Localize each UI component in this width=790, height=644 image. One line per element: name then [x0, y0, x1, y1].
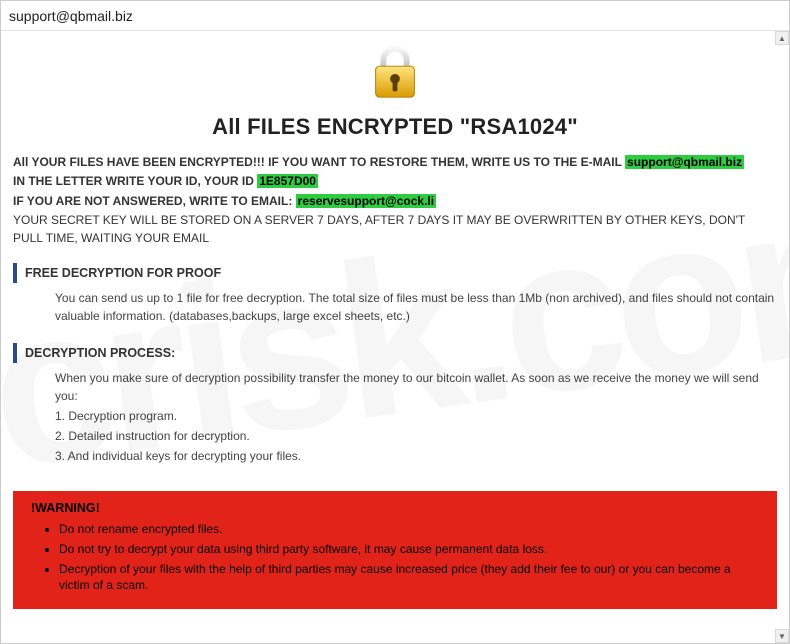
window-frame: support@qbmail.biz ▲ pcrisk.com: [0, 0, 790, 644]
process-title: DECRYPTION PROCESS:: [13, 343, 777, 363]
proof-title: FREE DECRYPTION FOR PROOF: [13, 263, 777, 283]
process-step-3: 3. And individual keys for decrypting yo…: [55, 447, 777, 465]
process-section: DECRYPTION PROCESS: When you make sure o…: [13, 343, 777, 469]
window-title: support@qbmail.biz: [9, 8, 133, 24]
ransom-line-2-text: IN THE LETTER WRITE YOUR ID, YOUR ID: [13, 174, 257, 188]
proof-section: FREE DECRYPTION FOR PROOF You can send u…: [13, 263, 777, 327]
ransom-line-2: IN THE LETTER WRITE YOUR ID, YOUR ID 1E8…: [13, 173, 777, 190]
process-intro: When you make sure of decryption possibi…: [55, 369, 777, 405]
lock-icon: [364, 41, 426, 108]
warning-list: Do not rename encrypted files. Do not tr…: [27, 521, 763, 594]
warning-box: !WARNING! Do not rename encrypted files.…: [13, 491, 777, 609]
content-area: pcrisk.com: [1, 31, 789, 643]
warning-item: Do not try to decrypt your data using th…: [59, 541, 763, 558]
ransom-line-1-text: All YOUR FILES HAVE BEEN ENCRYPTED!!! IF…: [13, 155, 625, 169]
scroll-down-button[interactable]: ▼: [775, 629, 789, 643]
proof-body: You can send us up to 1 file for free de…: [13, 287, 777, 327]
ransom-line-1: All YOUR FILES HAVE BEEN ENCRYPTED!!! IF…: [13, 154, 777, 171]
process-step-2: 2. Detailed instruction for decryption.: [55, 427, 777, 445]
primary-email-highlight: support@qbmail.biz: [625, 155, 744, 169]
ransom-line-4: YOUR SECRET KEY WILL BE STORED ON A SERV…: [13, 212, 777, 247]
ransom-line-3: IF YOU ARE NOT ANSWERED, WRITE TO EMAIL:…: [13, 193, 777, 210]
page-title: All FILES ENCRYPTED "RSA1024": [13, 114, 777, 140]
process-body: When you make sure of decryption possibi…: [13, 367, 777, 469]
titlebar[interactable]: support@qbmail.biz: [1, 1, 789, 31]
warning-item: Do not rename encrypted files.: [59, 521, 763, 538]
lock-wrap: [13, 41, 777, 108]
victim-id-highlight: 1E857D00: [257, 174, 318, 188]
warning-title: !WARNING!: [27, 501, 763, 515]
process-step-1: 1. Decryption program.: [55, 407, 777, 425]
ransom-line-3-text: IF YOU ARE NOT ANSWERED, WRITE TO EMAIL:: [13, 194, 296, 208]
reserve-email-highlight: reservesupport@cock.li: [296, 194, 436, 208]
warning-item: Decryption of your files with the help o…: [59, 561, 763, 595]
